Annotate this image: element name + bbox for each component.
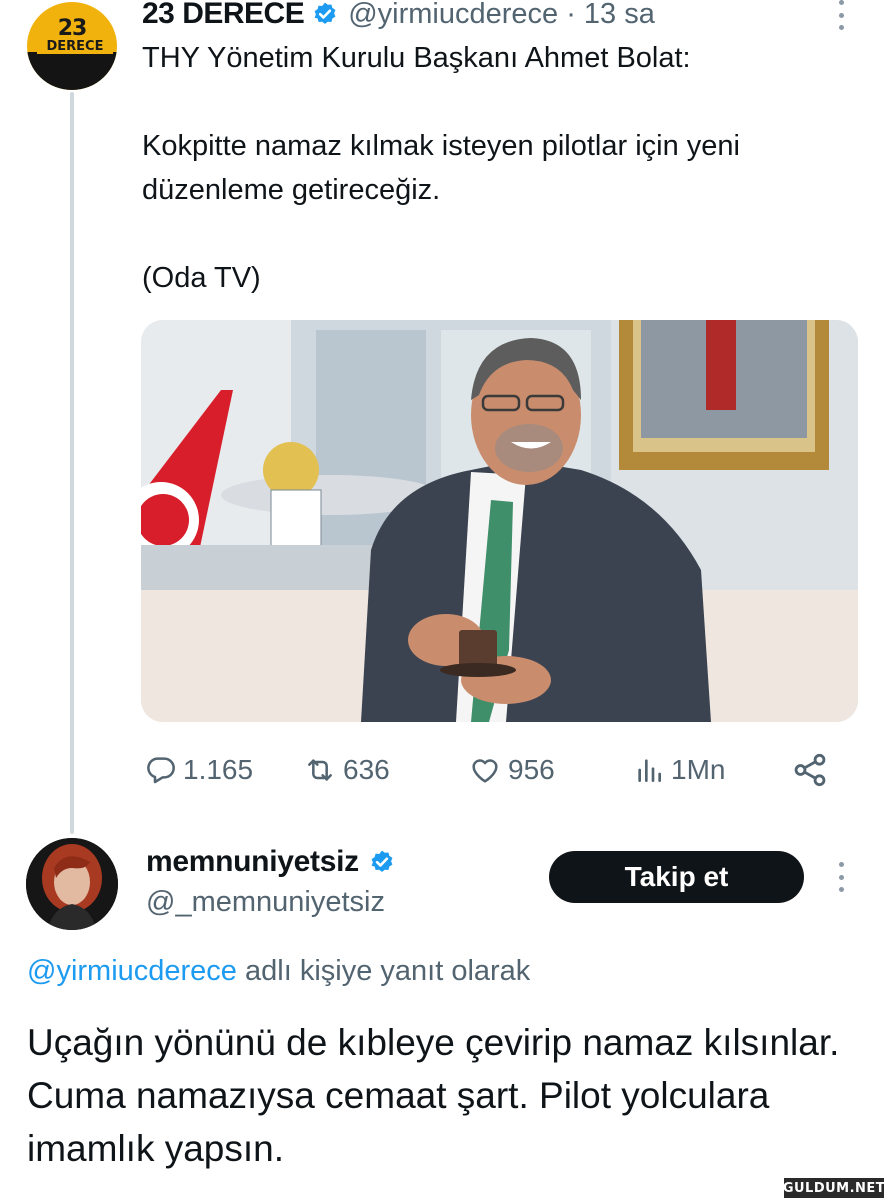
avatar-dark-segment (27, 52, 117, 90)
reply-author-avatar[interactable] (26, 838, 118, 930)
like-icon (472, 759, 498, 783)
tweet-text: THY Yönetim Kurulu Başkanı Ahmet Bolat: … (142, 42, 740, 294)
more-options-icon[interactable] (836, 0, 846, 30)
author-avatar-23derece[interactable]: 23 DERECE (27, 2, 117, 90)
like-count: 956 (508, 754, 555, 785)
retweet-icon (308, 759, 332, 781)
avatar-logo-number: 23 (57, 16, 88, 41)
site-watermark: GULDUM.NET (783, 1178, 885, 1198)
views-icon (638, 759, 661, 782)
author-handle[interactable]: @yirmiucderece (348, 0, 558, 31)
like-button[interactable]: 956 (468, 748, 555, 792)
share-icon (794, 753, 826, 787)
replying-to-suffix: adlı kişiye yanıt olarak (236, 955, 531, 987)
reply-count: 1.165 (183, 754, 254, 785)
avatar-portrait (26, 838, 118, 930)
avatar-logo-word: DERECE (37, 39, 113, 54)
tweet-timestamp[interactable]: · 13 sa (566, 0, 655, 31)
views-count: 1Mn (671, 754, 726, 785)
tweet-photo[interactable] (141, 320, 858, 722)
reply-text: Uçağın yönünü de kıbleye çevirip namaz k… (27, 1022, 840, 1169)
follow-button[interactable]: Takip et (549, 851, 804, 903)
tweet-header: 23 DERECE @yirmiucderece · 13 sa (142, 0, 655, 34)
photo-illustration (141, 320, 858, 722)
verified-badge-icon (371, 850, 393, 872)
reply-icon (147, 757, 175, 784)
reply-author-name[interactable]: memnuniyetsiz (146, 845, 359, 879)
share-button[interactable] (791, 748, 835, 792)
tweet-action-bar: 1.165 636 956 1Mn (141, 748, 841, 792)
thread-connector-line (70, 92, 74, 834)
reply-author-handle[interactable]: @_memnuniyetsiz (146, 886, 385, 919)
replying-to-mention-link[interactable]: @yirmiucderece (27, 955, 237, 987)
views-button[interactable]: 1Mn (633, 748, 725, 792)
reply-button[interactable]: 1.165 (145, 748, 253, 792)
more-options-icon[interactable] (836, 862, 846, 892)
verified-badge-icon (314, 2, 336, 24)
replying-to-line: @yirmiucderece adlı kişiye yanıt olarak (27, 955, 530, 988)
retweet-count: 636 (343, 754, 390, 785)
retweet-button[interactable]: 636 (303, 748, 390, 792)
reply-author-name-row: memnuniyetsiz (146, 845, 405, 879)
author-name[interactable]: 23 DERECE (142, 0, 305, 31)
